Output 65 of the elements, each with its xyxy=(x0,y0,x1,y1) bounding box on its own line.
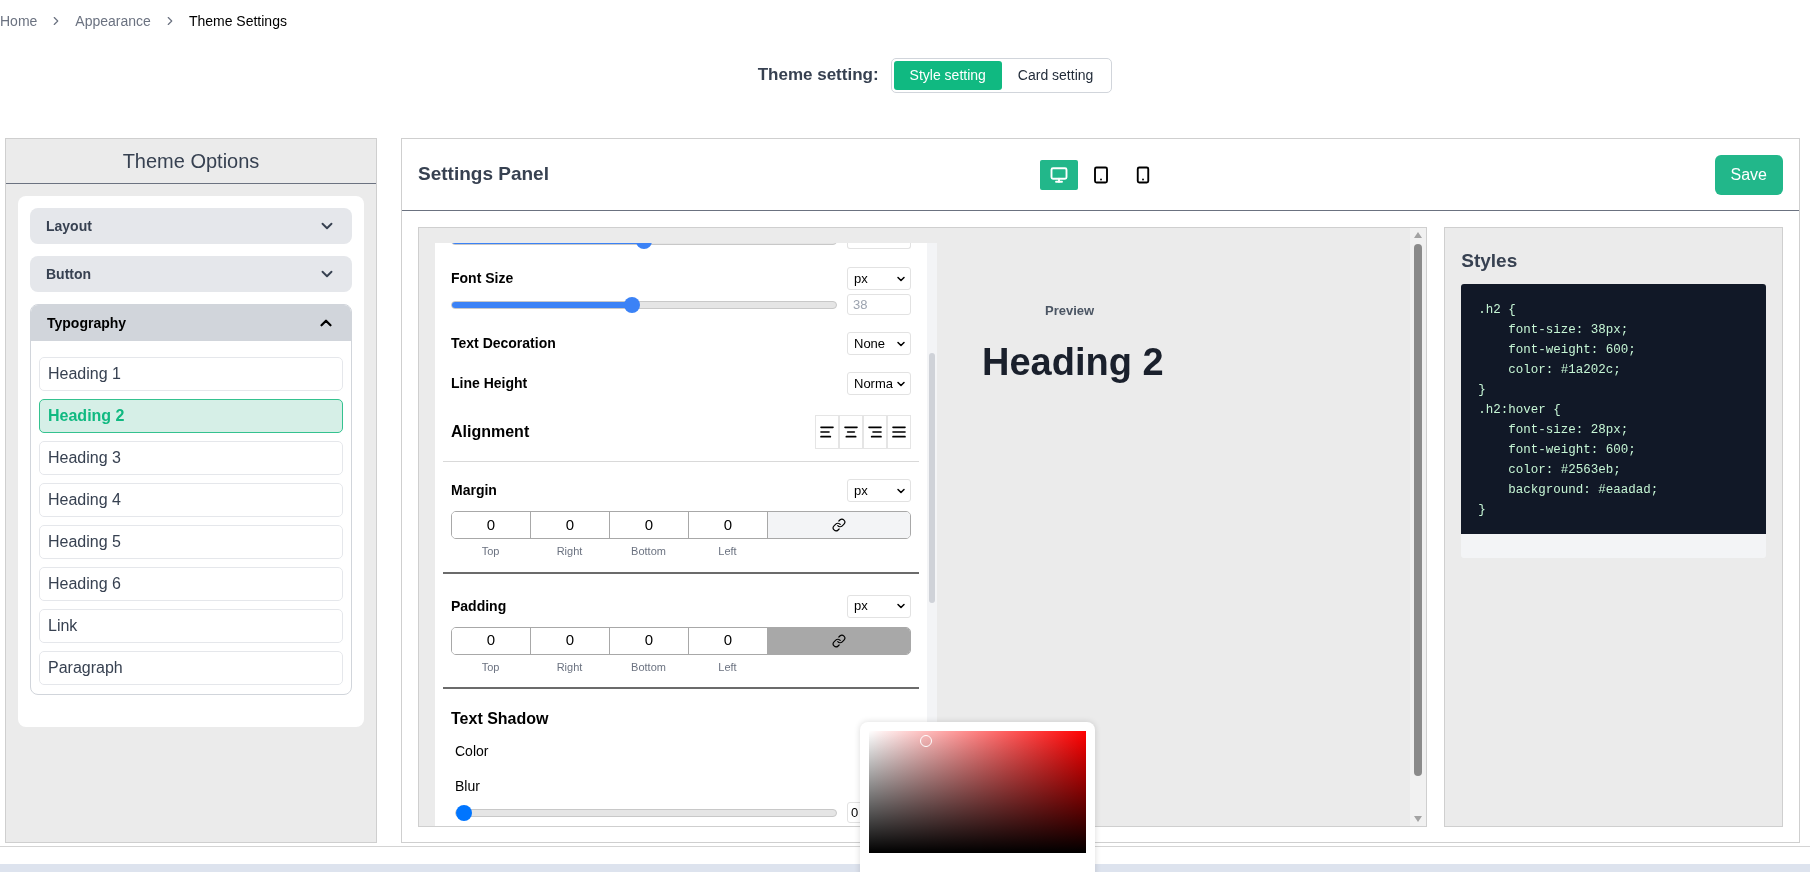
side-label: Left xyxy=(718,659,737,675)
align-center-icon xyxy=(843,424,859,440)
saturation-field[interactable] xyxy=(869,731,1086,853)
slider-thumb[interactable] xyxy=(624,296,641,313)
scroll-up-icon[interactable] xyxy=(1414,232,1423,238)
text-decoration-select[interactable]: None xyxy=(847,332,911,355)
scrollbar[interactable] xyxy=(1410,228,1427,826)
link-toggle[interactable] xyxy=(768,627,910,654)
accordion-header[interactable]: Typography xyxy=(31,305,351,341)
unit-select[interactable]: px xyxy=(847,594,911,618)
scroll-down-icon[interactable] xyxy=(1414,816,1423,822)
breadcrumb-current: Theme Settings xyxy=(188,11,287,31)
slider-thumb[interactable] xyxy=(456,804,472,821)
field-label: Line Height xyxy=(451,374,528,393)
panel-title: Settings Panel xyxy=(418,162,550,187)
field-label: Padding xyxy=(451,596,507,616)
panel-title: Theme Options xyxy=(122,149,260,174)
number-field[interactable] xyxy=(847,243,911,249)
align-button[interactable] xyxy=(839,415,863,449)
unit-select[interactable]: px xyxy=(847,267,911,290)
side-label: Bottom xyxy=(631,544,666,559)
side-label: Top xyxy=(481,544,500,559)
align-button[interactable] xyxy=(887,415,911,449)
accordion-header[interactable]: Button xyxy=(30,256,352,292)
typography-item[interactable]: Heading 3 xyxy=(39,441,343,475)
link-icon xyxy=(832,518,846,532)
field-label: Color xyxy=(455,742,490,761)
section-title: Text Shadow xyxy=(451,709,550,729)
preview-label: Preview xyxy=(1045,302,1095,320)
field-label: Text Decoration xyxy=(451,334,556,353)
monitor-icon xyxy=(1049,165,1068,184)
field-label: Blur xyxy=(455,777,481,796)
side-label: Bottom xyxy=(631,659,666,675)
spacing-input[interactable]: 0 xyxy=(452,512,531,538)
align-right-icon xyxy=(867,424,883,440)
side-label: Top xyxy=(481,659,500,675)
spacing-input[interactable]: 0 xyxy=(452,627,531,654)
line-height-select[interactable]: Norma xyxy=(847,372,911,395)
code-block: .h2 { font-size: 38px; font-weight: 600; color: #1a202c; } .h2:hover { font-size: 28px; font-weight: 600; color: #2563eb; background: #eaadad; } xyxy=(1461,283,1766,534)
align-button[interactable] xyxy=(863,415,887,449)
side-label: Right xyxy=(556,659,583,675)
side-label: Right xyxy=(556,544,583,559)
side-label: Left xyxy=(718,544,737,559)
panel-title: Styles xyxy=(1461,250,1518,271)
typography-item[interactable]: Heading 1 xyxy=(39,357,343,391)
field-label: Margin xyxy=(451,481,497,500)
typography-item[interactable]: Heading 5 xyxy=(39,525,343,559)
field-label: Font Size xyxy=(451,269,514,288)
typography-item[interactable]: Paragraph xyxy=(39,651,343,685)
breadcrumb-link[interactable]: Appearance xyxy=(75,10,151,32)
preview-heading: Heading 2 xyxy=(982,342,1164,381)
align-left-icon xyxy=(819,424,835,440)
unit-select[interactable]: px xyxy=(847,479,911,502)
typography-item[interactable]: Link xyxy=(39,609,343,643)
link-icon xyxy=(832,633,846,648)
theme-setting-label: Theme setting: xyxy=(757,64,879,87)
typography-item[interactable]: Heading 6 xyxy=(39,567,343,601)
accordion-header[interactable]: Layout xyxy=(30,208,352,244)
section-title: Alignment xyxy=(451,422,530,442)
align-justify-icon xyxy=(891,424,907,440)
typography-item[interactable]: Heading 4 xyxy=(39,483,343,517)
link-toggle[interactable] xyxy=(768,512,910,538)
tablet-icon xyxy=(1091,165,1110,184)
align-button[interactable] xyxy=(815,415,839,449)
breadcrumb-link[interactable]: Home xyxy=(0,10,38,32)
